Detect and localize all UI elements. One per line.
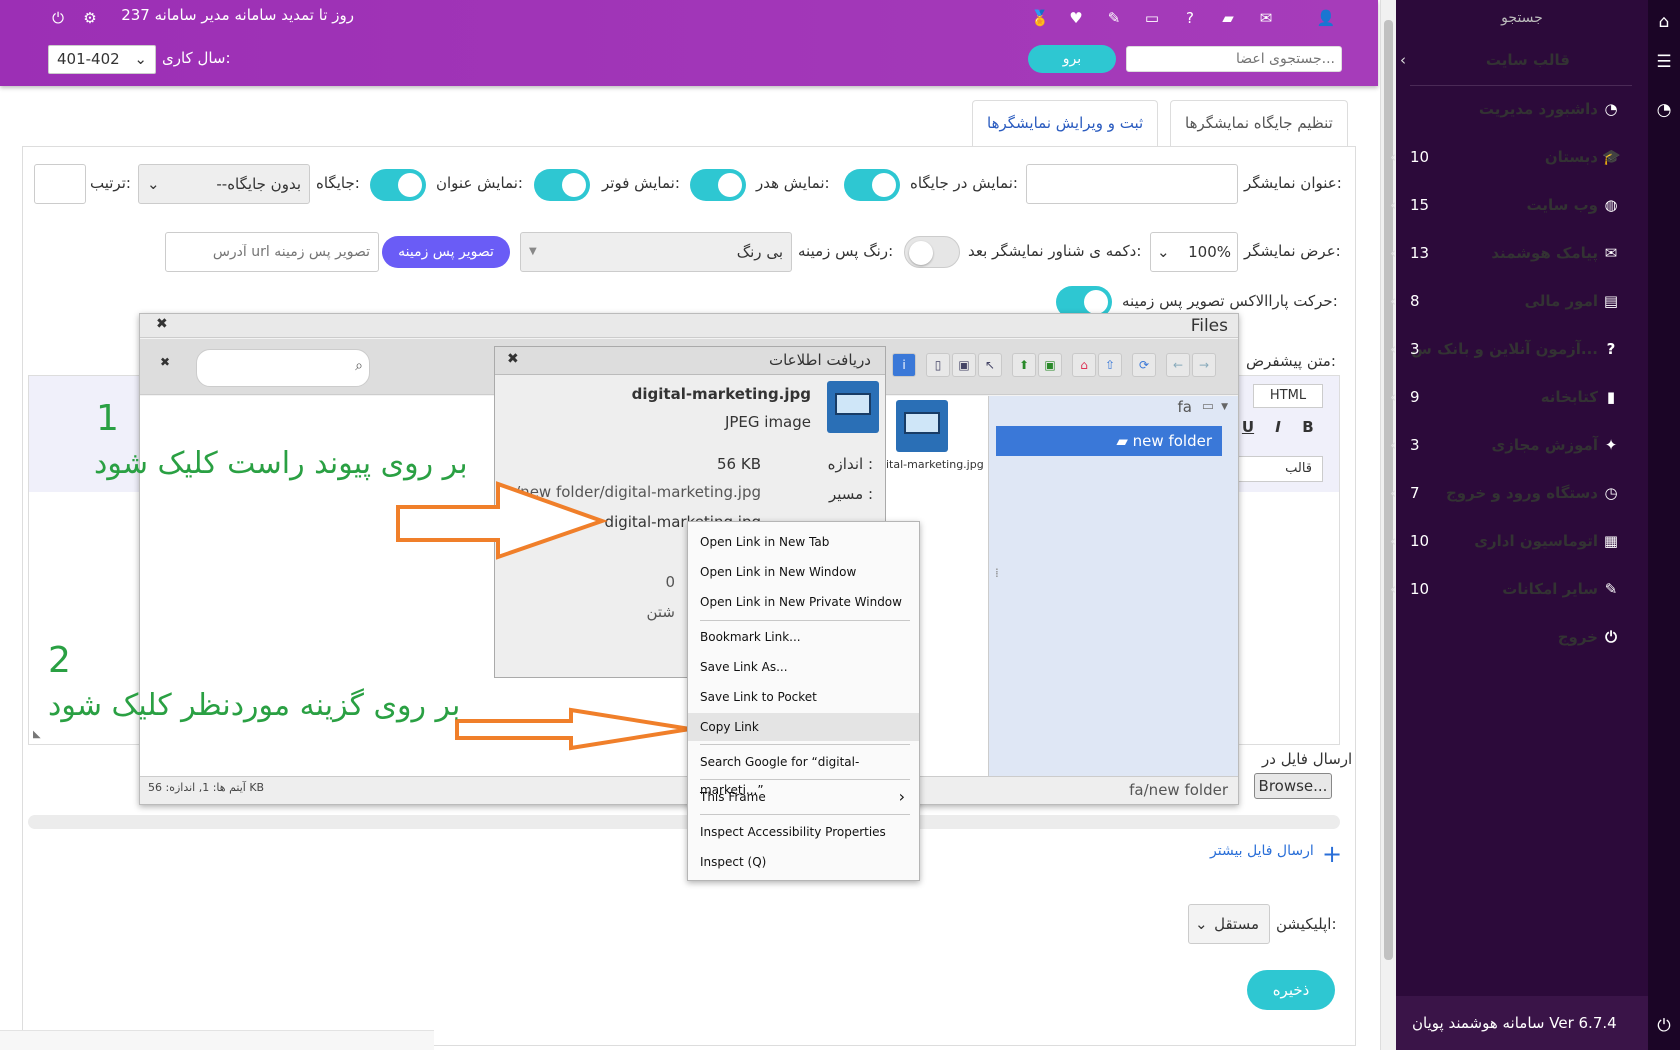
menu-open-private-window[interactable]: Open Link in New Private Window [688, 588, 919, 616]
menu-divider [700, 779, 910, 780]
menu-open-new-tab[interactable]: Open Link in New Tab [688, 528, 919, 556]
annotation-text-2: بر روی گزینه موردنظر کلیک شود [48, 688, 461, 723]
annotation-number-2: 2 [48, 640, 71, 681]
menu-inspect-accessibility[interactable]: Inspect Accessibility Properties [688, 818, 919, 846]
menu-copy-link[interactable]: Copy Link [688, 713, 919, 741]
menu-inspect[interactable]: Inspect (Q) [688, 848, 919, 876]
menu-save-link-as[interactable]: Save Link As... [688, 653, 919, 681]
this-frame-label: This Frame [700, 790, 766, 804]
context-menu: Open Link in New Tab Open Link in New Wi… [687, 521, 920, 881]
menu-divider [700, 620, 910, 621]
menu-search-google[interactable]: Search Google for “digital-marketi...” [688, 748, 919, 797]
menu-divider [700, 744, 910, 745]
arrow-2 [455, 707, 691, 751]
annotation-text-1: بر روی پیوند راست کلیک شود [94, 446, 468, 481]
menu-save-to-pocket[interactable]: Save Link to Pocket [688, 683, 919, 711]
arrow-1 [396, 481, 609, 560]
menu-open-new-window[interactable]: Open Link in New Window [688, 558, 919, 586]
menu-bookmark-link[interactable]: Bookmark Link... [688, 623, 919, 651]
chevron-right-icon: › [898, 787, 905, 806]
menu-this-frame[interactable]: This Frame › [688, 783, 919, 811]
annotation-number-1: 1 [96, 398, 119, 439]
menu-divider [700, 814, 910, 815]
